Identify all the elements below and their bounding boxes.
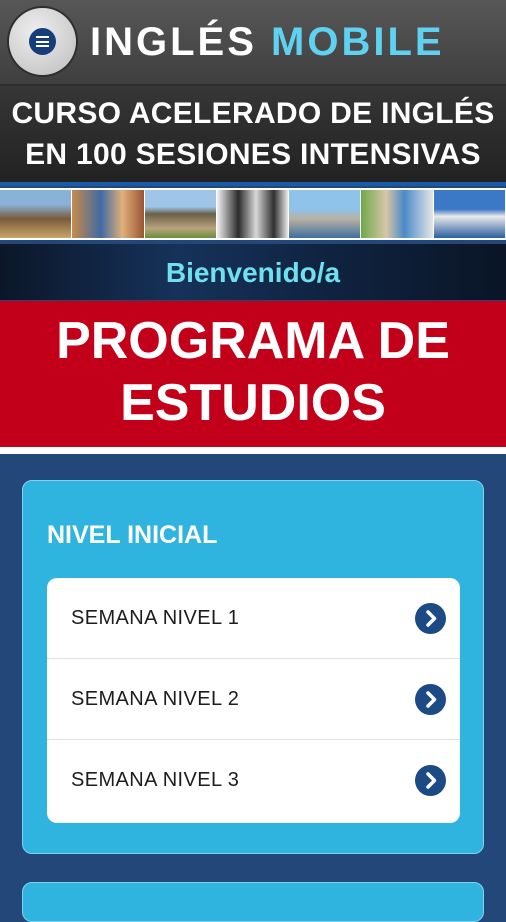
list-item-week-1[interactable]: SEMANA NIVEL 1 — [47, 578, 460, 659]
program-banner: PROGRAMA DE ESTUDIOS — [0, 301, 506, 454]
chevron-right-icon — [415, 684, 446, 715]
app-header: INGLÉS MOBILE — [0, 0, 506, 86]
photo-strip — [0, 188, 506, 240]
program-title-line1: PROGRAMA DE — [56, 312, 450, 370]
welcome-bar: Bienvenido/a — [0, 244, 506, 300]
welcome-text: Bienvenido/a — [165, 257, 341, 288]
photo-business — [216, 190, 290, 238]
level-panel: NIVEL INICIAL SEMANA NIVEL 1 SEMANA NIVE… — [22, 480, 484, 854]
chevron-right-icon — [415, 603, 446, 634]
list-item-week-3[interactable]: SEMANA NIVEL 3 — [47, 740, 460, 823]
app-logo: INGLÉS MOBILE — [90, 18, 445, 66]
course-title-banner: CURSO ACELERADO DE INGLÉS EN 100 SESIONE… — [0, 86, 506, 186]
week-label: SEMANA NIVEL 1 — [71, 607, 240, 629]
course-title-line2: EN 100 SESIONES INTENSIVAS — [25, 138, 481, 171]
hamburger-menu-icon — [29, 28, 56, 55]
next-level-panel — [22, 882, 484, 922]
program-title-line2: ESTUDIOS — [120, 374, 386, 432]
week-list: SEMANA NIVEL 1 SEMANA NIVEL 2 SEMANA NIV… — [47, 578, 460, 823]
photo-sydney — [433, 190, 506, 238]
logo-word-mobile: MOBILE — [271, 20, 445, 64]
list-item-week-2[interactable]: SEMANA NIVEL 2 — [47, 659, 460, 740]
photo-london — [0, 190, 73, 238]
course-title-line1: CURSO ACELERADO DE INGLÉS — [11, 97, 495, 130]
menu-button[interactable] — [9, 8, 76, 75]
week-label: SEMANA NIVEL 3 — [71, 769, 240, 791]
logo-word-ingles: INGLÉS — [90, 20, 257, 64]
photo-paris — [289, 190, 362, 238]
photo-pyramid — [144, 190, 217, 238]
level-title: NIVEL INICIAL — [47, 521, 218, 549]
chevron-right-icon — [415, 765, 446, 796]
photo-travelers — [361, 190, 434, 238]
photo-students — [72, 190, 145, 238]
week-label: SEMANA NIVEL 2 — [71, 688, 240, 710]
